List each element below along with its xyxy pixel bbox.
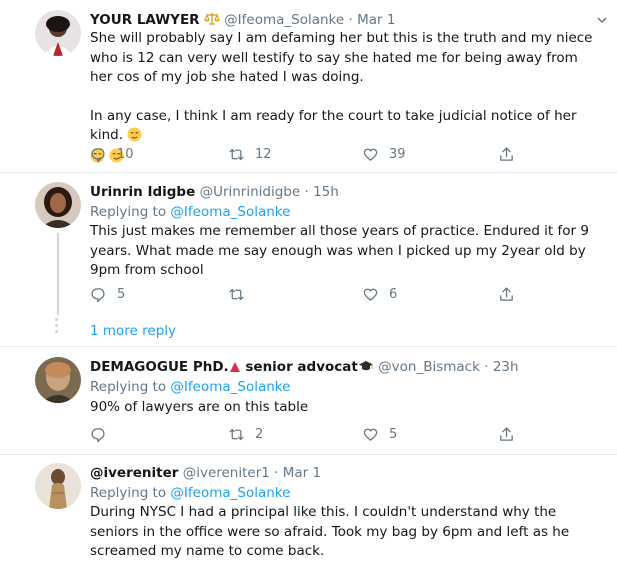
share-icon — [500, 287, 513, 301]
retweet-button[interactable]: 2 — [228, 426, 263, 443]
tweet-actions: 5 6 — [90, 286, 530, 306]
heart-icon — [363, 288, 378, 301]
avatar[interactable] — [35, 463, 81, 509]
share-icon — [500, 427, 513, 441]
reply-tweet[interactable]: @ivereniter @ivereniter1 · Mar 1 Replyin… — [0, 455, 617, 569]
tweet-header: Urinrin Idigbe @Urinrinidigbe · 15h — [90, 183, 339, 201]
reply-tweet[interactable]: Urinrin Idigbe @Urinrinidigbe · 15h Repl… — [0, 173, 617, 315]
tweet-text-paragraph: She will probably say I am defaming her … — [90, 30, 593, 85]
replying-to: Replying to @Ifeoma_Solanke — [90, 485, 291, 501]
reply-icon — [91, 148, 105, 163]
red-triangle-icon — [229, 360, 241, 378]
avatar[interactable] — [35, 357, 81, 403]
separator-dot: · — [304, 184, 309, 200]
share-button[interactable] — [498, 286, 525, 303]
like-button[interactable]: 6 — [362, 286, 397, 303]
retweet-count: 12 — [255, 147, 272, 162]
separator-dot: · — [274, 465, 279, 481]
display-name[interactable]: YOUR LAWYER — [90, 12, 200, 28]
retweet-button[interactable] — [228, 286, 255, 303]
like-count: 6 — [389, 287, 398, 302]
reply-tweet[interactable]: DEMAGOGUE PhD. senior advocat @von_Bisma… — [0, 347, 617, 454]
tweet-header: DEMAGOGUE PhD. senior advocat @von_Bisma… — [90, 358, 519, 378]
display-name[interactable]: @ivereniter — [90, 465, 178, 481]
tweet-header: @ivereniter @ivereniter1 · Mar 1 — [90, 464, 321, 482]
timestamp[interactable]: 15h — [313, 184, 339, 200]
handle[interactable]: @Ifeoma_Solanke — [224, 12, 344, 28]
share-button[interactable] — [498, 426, 525, 443]
timestamp[interactable]: Mar 1 — [283, 465, 321, 481]
retweet-icon — [229, 288, 244, 301]
tweet-actions: 10 12 39 — [90, 146, 530, 166]
replying-to-link[interactable]: @Ifeoma_Solanke — [170, 204, 290, 220]
timestamp[interactable]: 23h — [493, 359, 519, 375]
like-count: 39 — [389, 147, 406, 162]
chevron-down-icon[interactable] — [595, 13, 609, 27]
handle[interactable]: @ivereniter1 — [183, 465, 270, 481]
reply-button[interactable]: 10 — [90, 146, 134, 163]
handle[interactable]: @Urinrinidigbe — [200, 184, 301, 200]
share-button[interactable] — [498, 146, 525, 163]
thread-dots — [55, 318, 58, 336]
tweet-actions: 2 5 — [90, 426, 530, 446]
timestamp[interactable]: Mar 1 — [357, 12, 395, 28]
like-button[interactable]: 39 — [362, 146, 406, 163]
reply-count: 5 — [117, 287, 126, 302]
retweet-button[interactable]: 12 — [228, 146, 272, 163]
heart-icon — [363, 428, 378, 441]
reply-icon — [91, 288, 105, 303]
share-icon — [500, 147, 513, 161]
tweet-text-paragraph: In any case, I think I am ready for the … — [90, 107, 577, 144]
retweet-icon — [229, 428, 244, 441]
thread-line — [57, 233, 59, 315]
replying-to-link[interactable]: @Ifeoma_Solanke — [170, 485, 290, 501]
replying-to: Replying to @Ifeoma_Solanke — [90, 204, 291, 220]
tweet-header: YOUR LAWYER @Ifeoma_Solanke · Mar 1 — [90, 11, 395, 31]
like-count: 5 — [389, 427, 398, 442]
retweet-count: 2 — [255, 427, 264, 442]
relieved-face-emoji-icon — [127, 127, 142, 142]
separator-dot: · — [348, 12, 353, 28]
heart-icon — [363, 148, 378, 161]
replying-to-link[interactable]: @Ifeoma_Solanke — [170, 379, 290, 395]
avatar[interactable] — [35, 10, 81, 56]
separator-dot: · — [484, 359, 489, 375]
display-name[interactable]: DEMAGOGUE PhD. senior advocat — [90, 359, 374, 375]
handle[interactable]: @von_Bismack — [378, 359, 480, 375]
graduation-cap-icon — [358, 359, 374, 378]
reply-icon — [91, 428, 105, 443]
show-more-replies-link[interactable]: 1 more reply — [90, 323, 176, 339]
reply-button[interactable]: 5 — [90, 286, 125, 303]
retweet-icon — [229, 148, 244, 161]
tweet-text: This just makes me remember all those ye… — [90, 223, 589, 278]
like-button[interactable]: 5 — [362, 426, 397, 443]
reply-count: 10 — [117, 147, 134, 162]
tweet-text: 90% of lawyers are on this table — [90, 399, 309, 415]
avatar[interactable] — [35, 182, 81, 228]
tweet-text: During NYSC I had a principal like this.… — [90, 504, 570, 559]
reply-button[interactable] — [90, 426, 117, 443]
tweet-main[interactable]: YOUR LAWYER @Ifeoma_Solanke · Mar 1 She … — [0, 0, 617, 171]
display-name[interactable]: Urinrin Idigbe — [90, 184, 195, 200]
replying-to: Replying to @Ifeoma_Solanke — [90, 379, 291, 395]
